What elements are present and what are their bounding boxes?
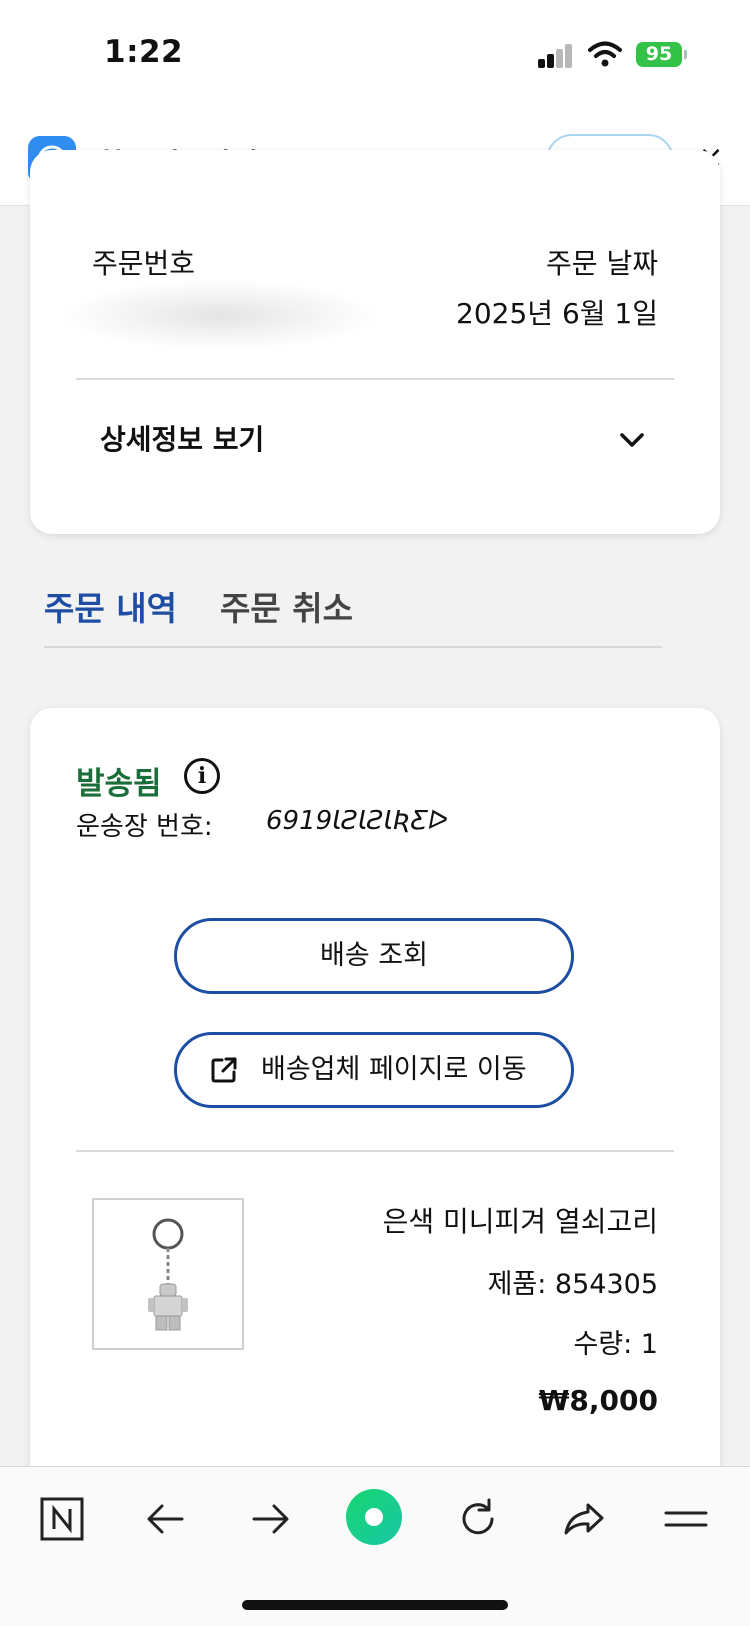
info-icon[interactable]: i bbox=[184, 758, 220, 794]
arrow-left-icon[interactable] bbox=[142, 1495, 190, 1543]
battery-nub bbox=[684, 50, 687, 59]
n-icon[interactable] bbox=[38, 1495, 86, 1543]
battery-level: 95 bbox=[645, 43, 673, 65]
product-code: 제품: 854305 bbox=[487, 1269, 658, 1300]
status-bar: 1:22 95 bbox=[0, 0, 750, 112]
details-label: 상세정보 보기 bbox=[100, 423, 265, 456]
product-quantity: 수량: 1 bbox=[573, 1329, 658, 1360]
tracking-number: 6919ƖƧƖƧƖƦƸᐅ bbox=[266, 806, 449, 836]
product-name[interactable]: 은색 미니피겨 열쇠고리 bbox=[383, 1200, 658, 1240]
product-image[interactable] bbox=[92, 1198, 244, 1350]
tab-order-history[interactable]: 주문 내역 bbox=[44, 582, 177, 630]
order-number-value-blurred bbox=[60, 280, 380, 350]
battery-icon: 95 bbox=[636, 42, 682, 67]
carrier-page-button-label: 배송업체 페이지로 이동 bbox=[261, 1054, 527, 1085]
wifi-icon bbox=[588, 41, 622, 67]
keychain-minifigure-image bbox=[148, 1218, 188, 1331]
external-link-icon bbox=[211, 1057, 237, 1083]
shipment-status: 발송됨 bbox=[76, 766, 162, 802]
arrow-right-icon[interactable] bbox=[246, 1495, 294, 1543]
home-indicator[interactable] bbox=[242, 1600, 508, 1610]
tab-order-cancel[interactable]: 주문 취소 bbox=[220, 582, 353, 630]
menu-icon[interactable] bbox=[662, 1495, 710, 1543]
track-shipment-button[interactable]: 배송 조회 bbox=[174, 918, 574, 994]
shipment-card: 발송됨 i 운송장 번호: 6919ƖƧƖƧƖƦƸᐅ 배송 조회 배송업체 페이… bbox=[30, 708, 720, 1508]
status-time: 1:22 bbox=[104, 34, 184, 70]
share-icon[interactable] bbox=[560, 1495, 608, 1543]
order-tabs: 주문 내역 주문 취소 bbox=[44, 576, 662, 648]
order-summary-card: 주문번호 주문 날짜 2025년 6월 1일 상세정보 보기 bbox=[30, 150, 720, 534]
cellular-signal-icon bbox=[538, 44, 574, 68]
product-price: ₩8,000 bbox=[538, 1384, 658, 1417]
order-date-label: 주문 날짜 bbox=[546, 247, 658, 280]
details-toggle[interactable]: 상세정보 보기 bbox=[76, 400, 674, 480]
order-number-label: 주문번호 bbox=[92, 247, 196, 280]
chevron-down-icon bbox=[620, 433, 644, 447]
order-date-value: 2025년 6월 1일 bbox=[456, 297, 658, 330]
reload-icon[interactable] bbox=[454, 1495, 502, 1543]
divider bbox=[76, 378, 674, 380]
carrier-page-button[interactable]: 배송업체 페이지로 이동 bbox=[174, 1032, 574, 1108]
tracking-label: 운송장 번호: bbox=[76, 812, 213, 842]
home-circle-icon[interactable] bbox=[346, 1489, 402, 1545]
divider bbox=[76, 1150, 674, 1152]
